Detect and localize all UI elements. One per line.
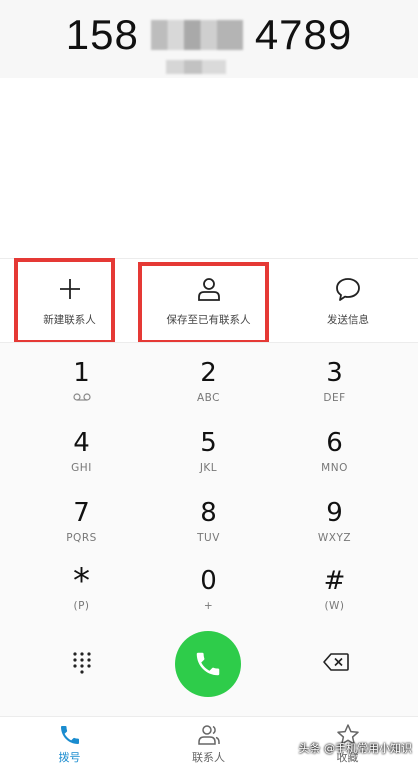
call-button[interactable] <box>175 631 241 697</box>
dialpad-grid-icon <box>73 652 91 674</box>
key-digit: 3 <box>326 358 343 388</box>
number-display-bar: 158 4789 <box>0 0 418 78</box>
key-digit: 7 <box>73 498 90 528</box>
number-prefix: 158 <box>65 10 139 58</box>
key-letters: PQRS <box>66 532 97 544</box>
key-digit: # <box>323 566 346 596</box>
key-8[interactable]: 8 TUV <box>139 482 278 552</box>
redacted-number-segment <box>150 19 243 50</box>
key-2[interactable]: 2 ABC <box>139 342 278 412</box>
send-message-button[interactable]: 发送信息 <box>278 259 418 343</box>
key-digit: 8 <box>200 498 217 528</box>
key-letters: DEF <box>323 392 346 404</box>
key-1[interactable]: 1 <box>12 342 151 412</box>
key-letters: WXYZ <box>317 532 352 544</box>
key-letters: + <box>203 600 214 612</box>
key-digit: 6 <box>326 428 343 458</box>
tab-dial-label: 拨号 <box>58 751 81 764</box>
key-digit: 0 <box>200 566 217 596</box>
key-letters: (P) <box>73 600 90 612</box>
dialpad-toggle-button[interactable] <box>70 650 94 674</box>
backspace-button[interactable] <box>322 652 350 672</box>
contacts-icon <box>197 725 220 745</box>
key-letters: ABC <box>196 392 221 404</box>
key-digit: 2 <box>200 358 217 388</box>
phone-icon <box>196 652 220 676</box>
key-letters: (W) <box>324 600 345 612</box>
key-4[interactable]: 4 GHI <box>12 412 151 482</box>
key-letters: TUV <box>197 532 220 544</box>
key-letters: GHI <box>71 462 92 474</box>
key-digit: 9 <box>326 498 343 528</box>
key-hash[interactable]: # (W) <box>265 550 404 620</box>
send-message-label: 发送信息 <box>327 313 369 326</box>
person-icon <box>197 277 220 301</box>
key-digit: 5 <box>200 428 217 458</box>
key-0[interactable]: 0 + <box>139 550 278 620</box>
key-letters: MNO <box>321 462 348 474</box>
tab-contacts[interactable]: 联系人 <box>139 723 278 765</box>
redacted-location <box>166 60 226 74</box>
save-to-existing-label: 保存至已有联系人 <box>166 313 251 326</box>
save-to-existing-contact-button[interactable]: 保存至已有联系人 <box>139 259 278 343</box>
key-digit: * <box>73 561 90 601</box>
number-actions-row: 新建联系人 保存至已有联系人 发送信息 <box>0 258 418 342</box>
watermark-text: 头条 @手机常用小知识 <box>298 742 413 755</box>
tab-dial[interactable]: 拨号 <box>0 723 139 765</box>
chat-bubble-icon <box>336 277 360 301</box>
new-contact-button[interactable]: 新建联系人 <box>0 259 139 343</box>
voicemail-icon <box>72 393 91 401</box>
key-3[interactable]: 3 DEF <box>265 342 404 412</box>
key-7[interactable]: 7 PQRS <box>12 482 151 552</box>
dialed-number: 158 4789 <box>0 8 418 59</box>
key-5[interactable]: 5 JKL <box>139 412 278 482</box>
key-star[interactable]: * (P) <box>12 550 151 620</box>
new-contact-label: 新建联系人 <box>43 313 96 326</box>
key-digit: 1 <box>73 358 90 388</box>
key-6[interactable]: 6 MNO <box>265 412 404 482</box>
number-suffix: 4789 <box>254 10 353 58</box>
plus-icon <box>59 278 80 299</box>
tab-contacts-label: 联系人 <box>192 751 225 764</box>
phone-icon <box>60 726 79 744</box>
key-9[interactable]: 9 WXYZ <box>265 482 404 552</box>
key-digit: 4 <box>73 428 90 458</box>
backspace-icon <box>323 653 349 671</box>
key-letters: JKL <box>199 462 218 474</box>
